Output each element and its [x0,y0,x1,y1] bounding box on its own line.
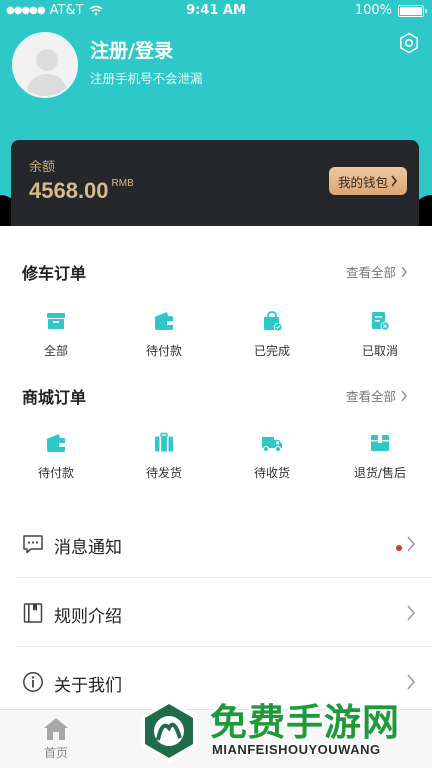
wallet-icon [47,434,65,452]
balance-card: 余额 4568.00 RMB 我的钱包 [11,140,419,230]
rules-label: 规则介绍 [54,607,122,627]
mall-orders-row: 待付款 待发货 待收货 退货/售后 [0,432,432,481]
mall-orders-view-all[interactable]: 查看全部 [346,386,408,405]
list-item-notifications[interactable]: 消息通知 [0,509,432,577]
tab-home-label: 首页 [43,746,68,760]
tab-home[interactable]: 首页 [30,716,82,761]
return-box-icon [371,435,389,451]
notifications-label: 消息通知 [54,538,122,558]
mall-order-pending-receipt-label: 待收货 [253,466,290,480]
balance-label: 余额 [29,160,56,175]
settings-icon[interactable] [398,32,420,54]
mall-orders-title: 商城订单 [22,388,87,407]
home-icon [44,718,68,740]
mall-order-pending-payment-label: 待付款 [37,466,74,480]
watermark-logo-icon [141,700,197,762]
chevron-right-icon [391,175,397,187]
mall-order-pending-shipment[interactable]: 待发货 [112,432,216,481]
truck-icon [262,437,282,452]
battery-percent: 100% [354,3,392,18]
login-subtitle: 注册手机号不会泄漏 [90,71,203,86]
chevron-right-icon [401,266,407,277]
mall-order-returns-label: 退货/售后 [353,466,407,480]
message-icon [23,535,43,554]
book-icon [23,603,43,623]
unread-dot [396,545,402,551]
document-cancel-icon [372,312,390,331]
box-icon [47,313,65,329]
repair-order-cancelled-label: 已取消 [361,344,398,358]
repair-order-pending-payment-label: 待付款 [145,344,182,358]
luggage-icon [155,432,173,452]
settings-list: 消息通知 规则介绍 关于我们 [0,509,432,709]
repair-order-pending-payment[interactable]: 待付款 [112,310,216,359]
repair-order-completed[interactable]: 已完成 [220,310,324,359]
mall-order-pending-payment[interactable]: 待付款 [4,432,108,481]
repair-order-cancelled[interactable]: 已取消 [328,310,432,359]
wallet-icon [155,312,173,330]
info-icon [23,672,43,692]
mall-order-pending-shipment-label: 待发货 [145,466,182,480]
balance-unit: RMB [111,178,134,189]
list-item-rules[interactable]: 规则介绍 [0,578,432,646]
my-wallet-button[interactable]: 我的钱包 [329,167,407,195]
repair-order-completed-label: 已完成 [253,344,290,358]
repair-orders-title: 修车订单 [22,264,87,283]
user-placeholder-icon [26,49,68,96]
balance-amount: 4568.00 RMB [29,178,134,203]
repair-orders-view-all[interactable]: 查看全部 [346,262,408,281]
login-title[interactable]: 注册/登录 [90,36,173,63]
repair-order-all[interactable]: 全部 [4,310,108,359]
orders-panel: 修车订单 查看全部 全部 待付款 已完成 已取消 商城订单 查看全部 待付款 待… [0,226,432,509]
chevron-right-icon [407,674,415,690]
chevron-right-icon [407,605,415,621]
avatar[interactable] [12,32,78,98]
repair-order-all-label: 全部 [43,344,68,358]
battery-icon [398,4,427,17]
chevron-right-icon [407,536,415,552]
mall-order-pending-receipt[interactable]: 待收货 [220,432,324,481]
my-wallet-label: 我的钱包 [337,174,388,190]
watermark-title: 免费手游网 [210,701,400,744]
watermark-subtitle: MIANFEISHOUYOUWANG [212,742,381,757]
watermark: 免费手游网 MIANFEISHOUYOUWANG [132,690,432,768]
chevron-right-icon [401,390,407,401]
status-bar: ●●●●● AT&T 9:41 AM 100% [0,0,432,22]
repair-orders-row: 全部 待付款 已完成 已取消 [0,310,432,359]
bag-check-icon [264,311,283,332]
about-label: 关于我们 [54,676,122,696]
mall-order-returns[interactable]: 退货/售后 [328,432,432,481]
